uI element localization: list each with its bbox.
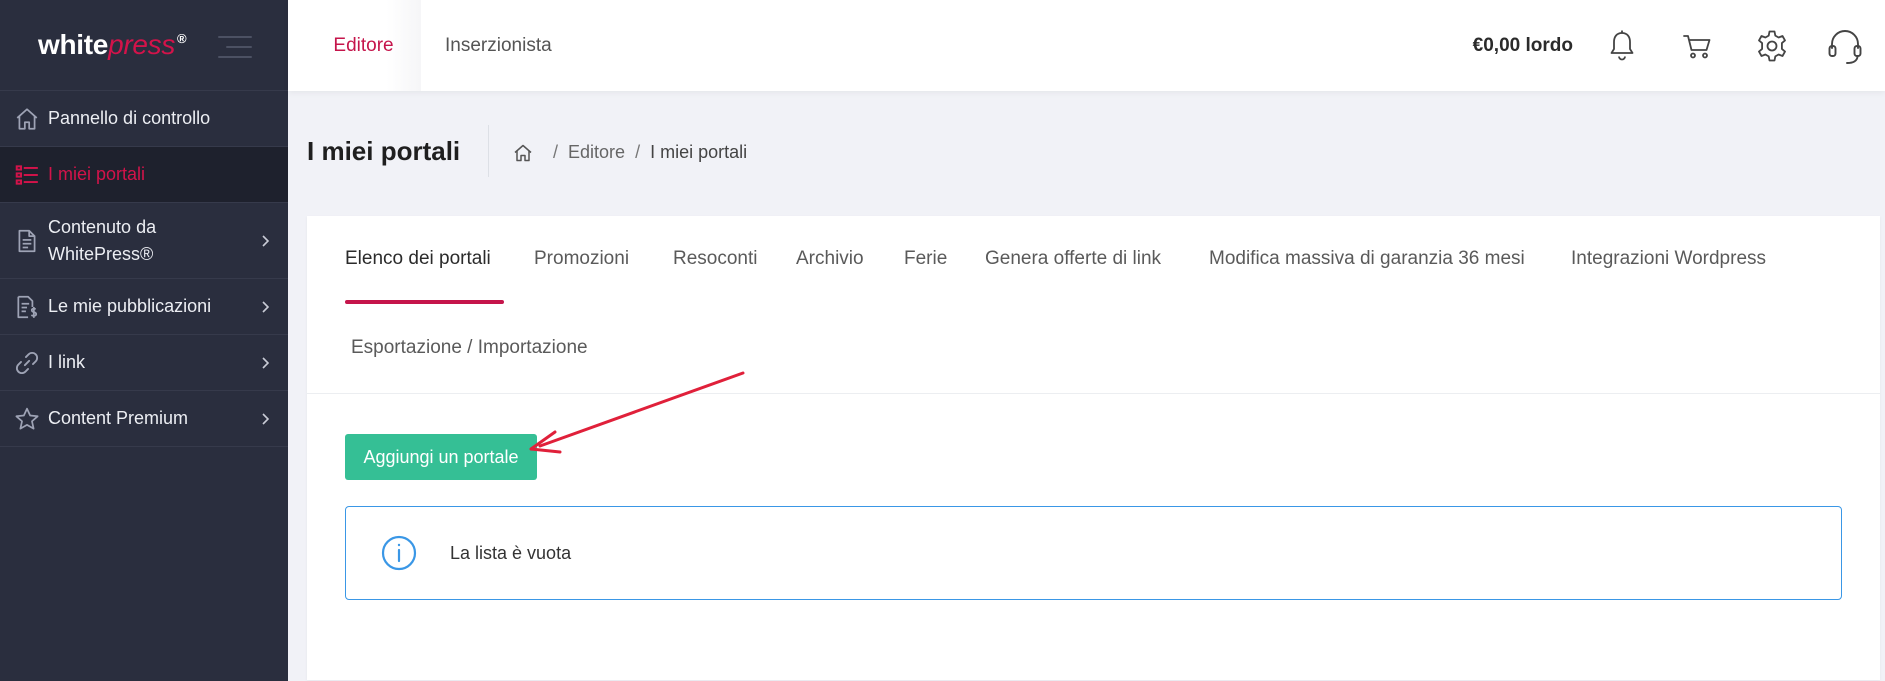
tab-promozioni[interactable]: Promozioni xyxy=(534,248,629,270)
balance[interactable]: €0,00 lordo xyxy=(1473,0,1573,91)
list-icon xyxy=(15,164,38,185)
chevron-right-icon xyxy=(262,300,270,313)
info-icon xyxy=(381,535,417,571)
tab-archivio[interactable]: Archivio xyxy=(796,248,864,270)
sidebar-item-label: I miei portali xyxy=(48,164,146,184)
breadcrumb-item-current: I miei portali xyxy=(650,142,748,162)
invoice-icon xyxy=(17,295,38,318)
chevron-right-icon xyxy=(262,356,270,369)
home-icon xyxy=(16,107,38,130)
tabs-divider xyxy=(307,393,1880,394)
breadcrumb: / Editore / I miei portali xyxy=(513,142,747,163)
breadcrumb-separator: / xyxy=(635,142,641,162)
link-icon xyxy=(15,351,39,374)
sidebar-item-label: Pannello di controllo xyxy=(48,108,211,128)
cart-icon[interactable] xyxy=(1680,28,1716,64)
sidebar-item-i-link[interactable]: I link xyxy=(0,335,288,391)
tab-resoconti[interactable]: Resoconti xyxy=(673,248,758,270)
breadcrumb-separator: / xyxy=(553,142,559,162)
main-card: Elenco dei portali Promozioni Resoconti … xyxy=(307,216,1880,680)
logo-bar: whitepress ® xyxy=(0,0,288,91)
active-tab-indicator xyxy=(345,300,504,304)
bell-icon[interactable] xyxy=(1604,28,1640,64)
sidebar-item-label: Le mie pubblicazioni xyxy=(48,296,212,316)
sidebar-item-i-miei-portali[interactable]: I miei portali xyxy=(0,147,288,203)
document-icon xyxy=(18,229,36,252)
headset-icon[interactable] xyxy=(1826,26,1864,66)
home-icon[interactable] xyxy=(513,143,533,163)
header-divider xyxy=(488,125,489,177)
sidebar-item-contenuto-da-whitepress[interactable]: Contenuto da WhitePress® xyxy=(0,203,288,279)
page-title: I miei portali xyxy=(307,136,461,166)
sidebar-item-pannello-di-controllo[interactable]: Pannello di controllo xyxy=(0,91,288,147)
sidebar-item-label: I link xyxy=(48,352,86,372)
topbar: Editore Inserzionista €0,00 lordo xyxy=(288,0,1885,91)
add-portal-button[interactable]: Aggiungi un portale xyxy=(345,434,537,480)
sidebar-item-label: Contenuto da WhitePress® xyxy=(48,216,157,264)
whitepress-logo[interactable]: whitepress ® xyxy=(38,29,187,61)
star-icon xyxy=(15,407,39,430)
tab-integrazioni-wordpress[interactable]: Integrazioni Wordpress xyxy=(1571,248,1766,270)
chevron-right-icon xyxy=(262,412,270,425)
tab-inserzionista[interactable]: Inserzionista xyxy=(445,0,552,91)
sidebar: whitepress ® Pannello di controllo I miei… xyxy=(0,0,288,681)
menu-toggle-icon[interactable] xyxy=(218,36,252,58)
sidebar-item-content-premium[interactable]: Content Premium xyxy=(0,391,288,447)
breadcrumb-item-editore[interactable]: Editore xyxy=(568,142,625,163)
tab-esportazione-importazione[interactable]: Esportazione / Importazione xyxy=(351,337,588,359)
tab-genera-offerte-di-link[interactable]: Genera offerte di link xyxy=(985,248,1161,270)
empty-list-message: La lista è vuota xyxy=(450,542,572,563)
sidebar-item-label: Content Premium xyxy=(48,408,189,428)
sidebar-item-le-mie-pubblicazioni[interactable]: Le mie pubblicazioni xyxy=(0,279,288,335)
empty-list-alert: La lista è vuota xyxy=(345,506,1842,600)
chevron-right-icon xyxy=(262,234,270,247)
tab-ferie[interactable]: Ferie xyxy=(904,248,947,270)
tab-modifica-massiva-garanzia[interactable]: Modifica massiva di garanzia 36 mesi xyxy=(1209,248,1525,270)
tab-editore[interactable]: Editore xyxy=(306,0,421,91)
gear-icon[interactable] xyxy=(1754,28,1790,64)
tab-elenco-dei-portali[interactable]: Elenco dei portali xyxy=(345,248,491,270)
